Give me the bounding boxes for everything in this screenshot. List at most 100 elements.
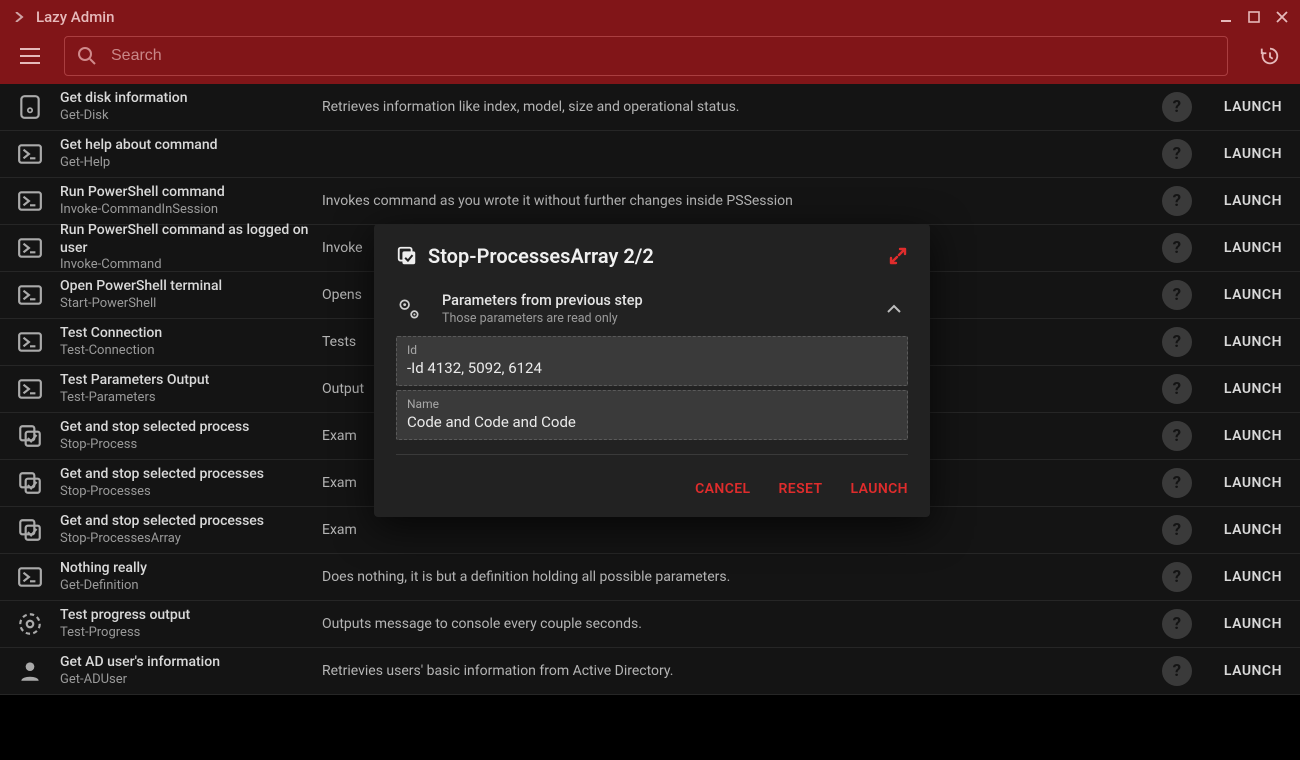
ps-icon bbox=[14, 561, 46, 593]
maximize-button[interactable] bbox=[1246, 9, 1262, 25]
launch-button[interactable]: LAUNCH bbox=[1220, 516, 1286, 544]
parameter-fields: Id -Id 4132, 5092, 6124 Name Code and Co… bbox=[374, 336, 930, 440]
item-text: Test ConnectionTest-Connection bbox=[60, 325, 322, 359]
item-title: Test Connection bbox=[60, 325, 322, 343]
help-button[interactable]: ? bbox=[1162, 468, 1192, 498]
item-title: Run PowerShell command bbox=[60, 184, 322, 202]
help-button[interactable]: ? bbox=[1162, 609, 1192, 639]
item-text: Nothing reallyGet-Definition bbox=[60, 560, 322, 594]
help-button[interactable]: ? bbox=[1162, 656, 1192, 686]
launch-button[interactable]: LAUNCH bbox=[1220, 375, 1286, 403]
param-field-name: Name Code and Code and Code bbox=[396, 390, 908, 440]
item-subtitle: Test-Progress bbox=[60, 625, 322, 641]
item-text: Get and stop selected processesStop-Proc… bbox=[60, 513, 322, 547]
launch-button[interactable]: LAUNCH bbox=[1220, 422, 1286, 450]
minimize-button[interactable] bbox=[1218, 9, 1234, 25]
item-description: Retrieves information like index, model,… bbox=[322, 99, 1162, 115]
help-button[interactable]: ? bbox=[1162, 92, 1192, 122]
parameters-section-header[interactable]: Parameters from previous step Those para… bbox=[374, 274, 930, 336]
item-title: Test progress output bbox=[60, 607, 322, 625]
item-subtitle: Get-Definition bbox=[60, 578, 322, 594]
field-label: Name bbox=[407, 397, 897, 411]
item-text: Get help about commandGet-Help bbox=[60, 137, 322, 171]
item-text: Run PowerShell command as logged on user… bbox=[60, 222, 322, 273]
launch-button[interactable]: LAUNCH bbox=[1220, 234, 1286, 262]
item-description: Exam bbox=[322, 522, 1162, 538]
field-value: -Id 4132, 5092, 6124 bbox=[407, 359, 897, 377]
list-item[interactable]: Get help about commandGet-Help? LAUNCH bbox=[0, 131, 1300, 178]
prog-icon bbox=[14, 608, 46, 640]
help-button[interactable]: ? bbox=[1162, 421, 1192, 451]
list-item[interactable]: Test progress outputTest-ProgressOutputs… bbox=[0, 601, 1300, 648]
item-text: Get and stop selected processStop-Proces… bbox=[60, 419, 322, 453]
toolbar bbox=[0, 34, 1300, 84]
check-icon bbox=[14, 467, 46, 499]
launch-button[interactable]: LAUNCH bbox=[1220, 657, 1286, 685]
close-button[interactable] bbox=[1274, 9, 1290, 25]
item-title: Test Parameters Output bbox=[60, 372, 322, 390]
item-title: Open PowerShell terminal bbox=[60, 278, 322, 296]
item-text: Test progress outputTest-Progress bbox=[60, 607, 322, 641]
item-description: Retrievies users' basic information from… bbox=[322, 663, 1162, 679]
item-text: Open PowerShell terminalStart-PowerShell bbox=[60, 278, 322, 312]
item-subtitle: Invoke-Command bbox=[60, 257, 322, 273]
launch-button[interactable]: LAUNCH bbox=[1220, 187, 1286, 215]
launch-button[interactable]: LAUNCH bbox=[1220, 469, 1286, 497]
chevron-up-icon[interactable] bbox=[880, 295, 908, 323]
launch-button[interactable]: LAUNCH bbox=[1220, 610, 1286, 638]
item-description: Invokes command as you wrote it without … bbox=[322, 193, 1162, 209]
dialog-title: Stop-ProcessesArray 2/2 bbox=[428, 244, 888, 268]
search-field[interactable] bbox=[64, 36, 1228, 76]
cancel-button[interactable]: CANCEL bbox=[695, 481, 750, 497]
item-description: Does nothing, it is but a definition hol… bbox=[322, 569, 1162, 585]
history-button[interactable] bbox=[1252, 38, 1288, 74]
launch-button[interactable]: LAUNCH bbox=[1220, 328, 1286, 356]
disk-icon bbox=[14, 91, 46, 123]
check-icon bbox=[14, 420, 46, 452]
item-subtitle: Stop-ProcessesArray bbox=[60, 531, 322, 547]
ps-icon bbox=[14, 138, 46, 170]
launch-button[interactable]: LAUNCH bbox=[1220, 563, 1286, 591]
expand-icon[interactable] bbox=[888, 246, 908, 266]
item-description: Outputs message to console every couple … bbox=[322, 616, 1162, 632]
item-subtitle: Test-Parameters bbox=[60, 390, 322, 406]
help-button[interactable]: ? bbox=[1162, 562, 1192, 592]
launch-button[interactable]: LAUNCH bbox=[1220, 140, 1286, 168]
item-subtitle: Stop-Processes bbox=[60, 484, 322, 500]
launch-dialog: Stop-ProcessesArray 2/2 Parameters from … bbox=[374, 224, 930, 517]
item-title: Get and stop selected processes bbox=[60, 513, 322, 531]
checklist-icon bbox=[396, 245, 418, 267]
item-subtitle: Test-Connection bbox=[60, 343, 322, 359]
item-title: Get and stop selected process bbox=[60, 419, 322, 437]
help-button[interactable]: ? bbox=[1162, 374, 1192, 404]
user-icon bbox=[14, 655, 46, 687]
search-input[interactable] bbox=[111, 47, 1215, 65]
chevron-right-icon bbox=[10, 8, 28, 26]
app-title: Lazy Admin bbox=[36, 8, 114, 26]
list-item[interactable]: Get disk informationGet-DiskRetrieves in… bbox=[0, 84, 1300, 131]
launch-button[interactable]: LAUNCH bbox=[1220, 281, 1286, 309]
list-item[interactable]: Get AD user's informationGet-ADUserRetri… bbox=[0, 648, 1300, 695]
help-button[interactable]: ? bbox=[1162, 139, 1192, 169]
list-item[interactable]: Nothing reallyGet-DefinitionDoes nothing… bbox=[0, 554, 1300, 601]
launch-button[interactable]: LAUNCH bbox=[851, 481, 909, 497]
item-title: Nothing really bbox=[60, 560, 322, 578]
help-button[interactable]: ? bbox=[1162, 327, 1192, 357]
help-button[interactable]: ? bbox=[1162, 233, 1192, 263]
item-subtitle: Stop-Process bbox=[60, 437, 322, 453]
help-button[interactable]: ? bbox=[1162, 186, 1192, 216]
ps-icon bbox=[14, 185, 46, 217]
list-item[interactable]: Run PowerShell commandInvoke-CommandInSe… bbox=[0, 178, 1300, 225]
item-title: Get disk information bbox=[60, 90, 322, 108]
item-text: Run PowerShell commandInvoke-CommandInSe… bbox=[60, 184, 322, 218]
ps-icon bbox=[14, 232, 46, 264]
reset-button[interactable]: RESET bbox=[779, 481, 823, 497]
menu-button[interactable] bbox=[12, 38, 48, 74]
item-title: Get and stop selected processes bbox=[60, 466, 322, 484]
dialog-actions: CANCEL RESET LAUNCH bbox=[374, 455, 930, 503]
section-subheading: Those parameters are read only bbox=[442, 311, 880, 326]
help-button[interactable]: ? bbox=[1162, 280, 1192, 310]
launch-button[interactable]: LAUNCH bbox=[1220, 93, 1286, 121]
help-button[interactable]: ? bbox=[1162, 515, 1192, 545]
item-title: Run PowerShell command as logged on user bbox=[60, 222, 322, 257]
